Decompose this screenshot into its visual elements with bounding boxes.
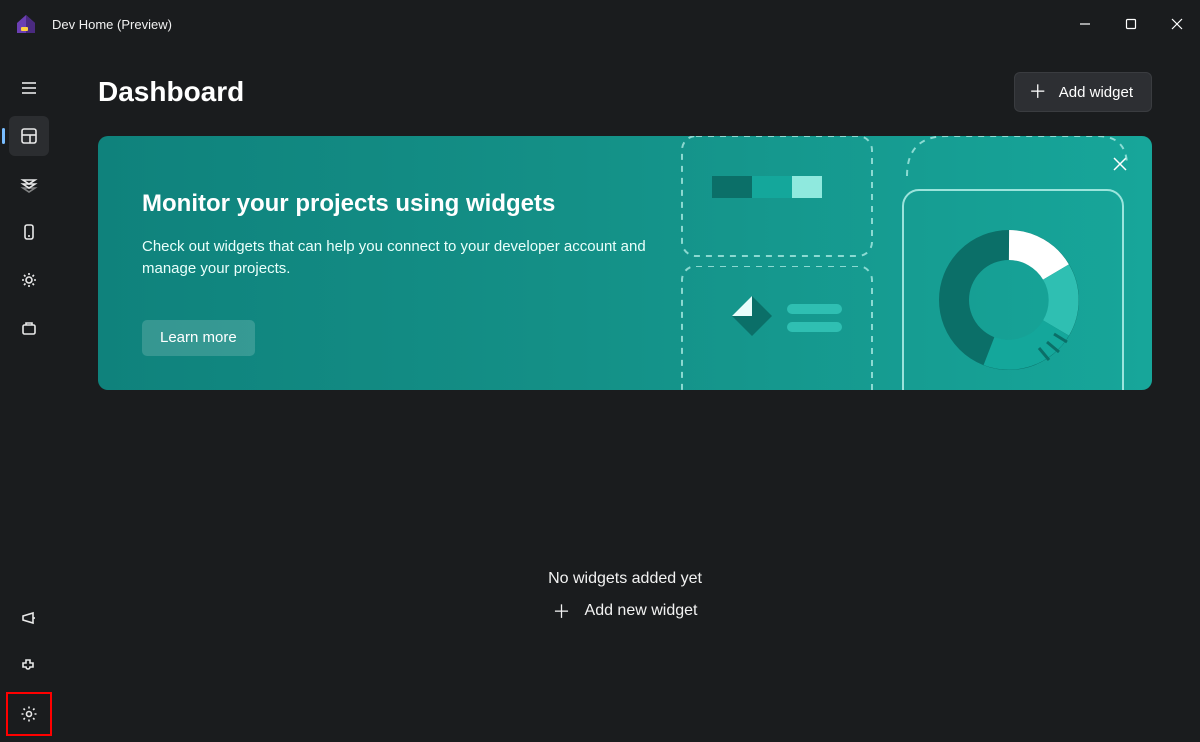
sidebar [0,48,58,742]
close-button[interactable] [1154,8,1200,40]
sidebar-item-feedback[interactable] [9,598,49,638]
app-icon [14,12,38,36]
sidebar-item-dev-drive[interactable] [9,212,49,252]
banner-title: Monitor your projects using widgets [142,190,1108,218]
add-widget-label: Add widget [1059,84,1133,101]
plus-icon: ＋ [553,598,571,624]
sidebar-item-dashboard[interactable] [9,116,49,156]
page-header: Dashboard ＋ Add widget [98,48,1152,136]
add-widget-button[interactable]: ＋ Add widget [1014,72,1152,112]
plus-icon: ＋ [1029,83,1047,101]
learn-more-button[interactable]: Learn more [142,320,255,356]
banner-description: Check out widgets that can help you conn… [142,236,662,280]
banner-close-button[interactable] [1106,150,1134,178]
empty-state: No widgets added yet ＋ Add new widget [98,570,1152,624]
minimize-button[interactable] [1062,8,1108,40]
page-title: Dashboard [98,76,244,108]
empty-state-title: No widgets added yet [548,570,702,588]
widgets-promo-banner: Monitor your projects using widgets Chec… [98,136,1152,390]
sidebar-item-settings[interactable] [9,694,49,734]
learn-more-label: Learn more [160,329,237,346]
sidebar-item-utilities[interactable] [9,260,49,300]
maximize-button[interactable] [1108,8,1154,40]
sidebar-item-apps[interactable] [9,308,49,348]
add-new-widget-label: Add new widget [585,602,698,620]
sidebar-item-extensions[interactable] [9,646,49,686]
banner-artwork [672,136,1152,390]
main-content: Dashboard ＋ Add widget Monitor your proj… [58,48,1200,742]
title-bar: Dev Home (Preview) [0,0,1200,48]
close-icon [1113,157,1127,171]
window-controls [1062,8,1200,40]
sidebar-item-machine-configuration[interactable] [9,164,49,204]
add-new-widget-link[interactable]: ＋ Add new widget [553,598,698,624]
window-title: Dev Home (Preview) [52,17,172,32]
hamburger-button[interactable] [9,68,49,108]
